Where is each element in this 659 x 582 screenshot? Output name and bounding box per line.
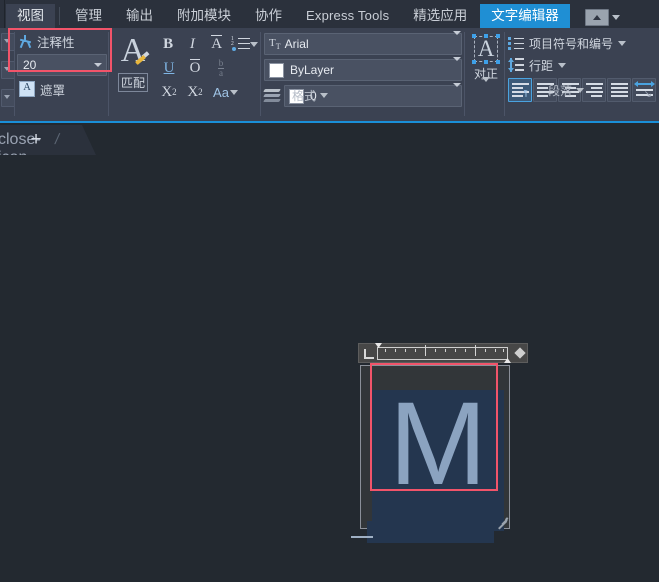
autocad-window: 视图 管理 输出 附加模块 协作 Express Tools 精选应用 文字编辑… [0, 0, 659, 582]
color-swatch [269, 62, 284, 78]
color-dropdown-arrow[interactable] [453, 57, 461, 79]
mask-a-icon: A [19, 81, 35, 97]
stack-button[interactable]: ba [208, 57, 234, 79]
font-value: Arial [284, 37, 309, 51]
color-combo[interactable]: ByLayer [264, 57, 462, 81]
case-dropdown-arrow[interactable] [230, 89, 238, 95]
line-spacing-chevron-down-icon[interactable] [558, 62, 567, 68]
column-diamond-handle[interactable] [514, 347, 526, 359]
justify-chevron-down-icon[interactable] [482, 77, 490, 99]
tab-text-editor[interactable]: 文字编辑器 [480, 4, 570, 28]
underline-button[interactable]: U [156, 57, 182, 79]
tab-featured-apps[interactable]: 精选应用 [402, 4, 478, 28]
chevron-down-icon [611, 15, 620, 20]
layer-dropdown-arrow[interactable] [453, 83, 461, 105]
stack-bottom: a [219, 67, 223, 78]
layers-icon [263, 88, 282, 104]
tab-collaborate[interactable]: 协作 [244, 4, 293, 28]
format-panel-chevron-down-icon[interactable] [320, 93, 329, 98]
paragraph-panel: 项目符号和编号 行距 ¶ 段落 ↘ [508, 32, 656, 102]
bullets-numbering-icon [508, 36, 524, 50]
tab-manage[interactable]: 管理 [64, 4, 113, 28]
italic-button[interactable]: I [180, 33, 204, 55]
panel-separator-3 [260, 32, 261, 116]
align-paragraph-button[interactable]: ¶ [508, 78, 532, 102]
mask-label: 遮罩 [40, 83, 66, 98]
superscript-button[interactable]: X2 [156, 81, 182, 103]
formatting-row-2: U O ba [156, 56, 258, 80]
tab-output[interactable]: 输出 [115, 4, 164, 28]
brush-icon [135, 51, 150, 67]
align-right-button[interactable] [582, 78, 607, 102]
align-justify-button[interactable] [607, 78, 632, 102]
ribbon-tab-bar: 视图 管理 输出 附加模块 协作 Express Tools 精选应用 文字编辑… [0, 0, 659, 28]
bold-button[interactable]: B [156, 33, 180, 55]
style-button-3[interactable] [1, 89, 15, 107]
match-properties-button[interactable]: A 匹配 [112, 34, 154, 92]
panel-separator-5 [504, 32, 505, 116]
ribbon-minimize-button[interactable] [584, 9, 620, 26]
ruler-track [377, 347, 508, 360]
line-spacing-label: 行距 [529, 58, 554, 73]
format-panel-title: 格式 [292, 89, 317, 103]
match-label: 匹配 [117, 73, 148, 92]
paragraph-panel-title: 段落 [548, 84, 573, 98]
font-combo[interactable]: TT Arial [264, 31, 462, 55]
formatting-toggle-grid: B I A 12 U O b a X 2 X 2 Aa [156, 32, 258, 104]
format-panel: TT Arial ByLayer 0 格式 [263, 31, 462, 107]
overline-button[interactable]: O [182, 57, 208, 79]
font-tt-icon: TT [269, 36, 281, 52]
list-dropdown-arrow[interactable] [250, 41, 258, 47]
paragraph-dialog-launcher[interactable]: ↘ [644, 89, 652, 100]
strikethrough-button[interactable]: A [205, 33, 229, 55]
match-properties-brush-icon: A [112, 34, 154, 72]
tab-stop-L-icon[interactable] [364, 349, 374, 359]
ribbon-minimize-icon [584, 9, 609, 26]
line-spacing-button[interactable]: 行距 [508, 54, 656, 76]
file-tab-strip: close-icon + / [0, 125, 659, 166]
bullets-chevron-down-icon[interactable] [618, 40, 627, 46]
tab-express-tools[interactable]: Express Tools [295, 4, 400, 28]
mask-button[interactable]: A 遮罩 [16, 78, 108, 100]
annotation-highlight-text-height [8, 28, 112, 72]
formatting-row-3: X2 X2 Aa [156, 80, 258, 104]
resize-grip-icon[interactable] [496, 515, 509, 529]
annotation-highlight-text [370, 363, 498, 491]
tab-addins[interactable]: 附加模块 [166, 4, 242, 28]
numbered-list-icon[interactable]: 12 [229, 33, 253, 55]
tab-divider [59, 7, 60, 25]
justify-button[interactable]: A 对正 [468, 34, 504, 100]
drawing-canvas[interactable]: M [0, 155, 659, 582]
font-dropdown-arrow[interactable] [453, 31, 461, 53]
close-icon[interactable]: close-icon [0, 131, 41, 166]
format-panel-title-row[interactable]: 格式 [292, 87, 329, 104]
formatting-row-1: B I A 12 [156, 32, 258, 56]
subscript-button[interactable]: X2 [182, 81, 208, 103]
text-selection-highlight-line2 [367, 521, 494, 543]
tab-view[interactable]: 视图 [6, 4, 55, 28]
mtext-ruler[interactable] [358, 343, 528, 363]
bullets-label: 项目符号和编号 [529, 36, 614, 51]
bullets-numbering-button[interactable]: 项目符号和编号 [508, 32, 656, 54]
line-spacing-icon [508, 58, 524, 72]
tabbar-left-edge [0, 0, 5, 28]
panel-separator-4 [464, 32, 465, 116]
color-value: ByLayer [290, 63, 335, 77]
justify-text-icon: A [472, 34, 500, 64]
new-tab-button[interactable]: + [27, 130, 45, 150]
paragraph-panel-title-row[interactable]: 段落 [548, 82, 585, 99]
text-caret [351, 536, 373, 538]
paragraph-panel-chevron-down-icon[interactable] [576, 88, 585, 93]
